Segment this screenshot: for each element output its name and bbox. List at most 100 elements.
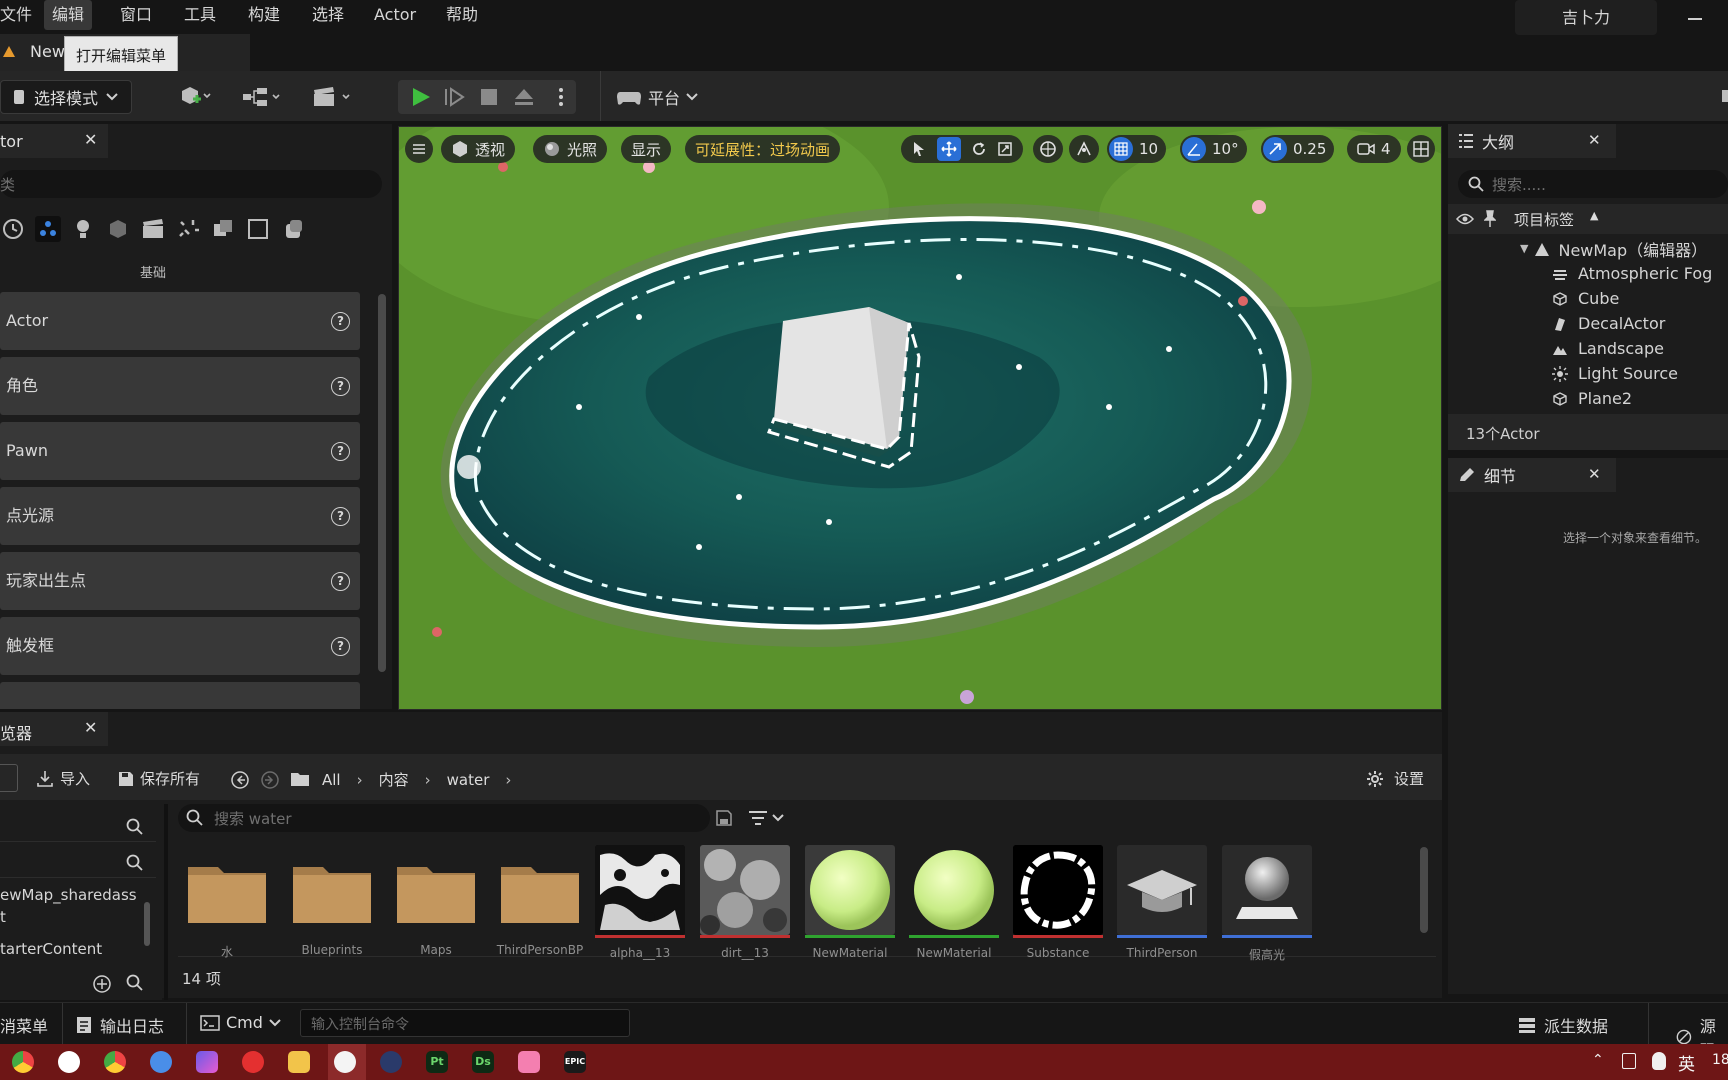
chevron-right-icon[interactable]: › xyxy=(357,771,363,789)
outliner-search[interactable]: 搜索..... xyxy=(1458,170,1728,198)
chevron-right-icon[interactable]: › xyxy=(425,771,431,789)
file-explorer-icon[interactable] xyxy=(288,1051,310,1073)
forward-arrow-icon[interactable] xyxy=(260,770,280,790)
chrome-icon[interactable] xyxy=(12,1051,34,1073)
viewport-options-button[interactable] xyxy=(405,135,433,163)
back-arrow-icon[interactable] xyxy=(230,770,250,790)
asset-search[interactable]: 搜索 water xyxy=(178,804,710,832)
shapes-icon[interactable] xyxy=(105,216,131,242)
app-icon[interactable] xyxy=(58,1051,80,1073)
all-classes-icon[interactable] xyxy=(245,216,271,242)
breadcrumb-water[interactable]: water xyxy=(447,771,490,789)
source-item[interactable]: t xyxy=(0,908,6,926)
settings-button[interactable]: 设置 xyxy=(1366,768,1424,789)
rotate-tool-icon[interactable] xyxy=(971,141,987,157)
actor-item-player-start[interactable]: 玩家出生点 ? xyxy=(0,552,360,610)
help-icon[interactable]: ? xyxy=(331,507,350,526)
content-browser-tab[interactable]: 览器 ✕ xyxy=(0,712,108,746)
platforms-dropdown[interactable]: 平台 xyxy=(612,80,702,114)
blueprint-button[interactable] xyxy=(238,80,288,114)
help-icon[interactable]: ? xyxy=(331,442,350,461)
viewport-layout-button[interactable] xyxy=(1407,135,1435,163)
app-icon[interactable] xyxy=(380,1051,402,1073)
splitter[interactable] xyxy=(164,804,168,1000)
lightbulb-icon[interactable] xyxy=(70,216,96,242)
actor-item-partial[interactable] xyxy=(0,682,360,709)
tray-tablet-icon[interactable] xyxy=(1622,1053,1636,1069)
level-viewport[interactable]: 透视 光照 显示 可延展性：过场动画 10 10° 0.25 4 xyxy=(398,126,1442,710)
rotation-snap-control[interactable]: 10° xyxy=(1180,135,1247,163)
tree-item-landscape[interactable]: Landscape xyxy=(1552,336,1664,361)
help-icon[interactable]: ? xyxy=(331,377,350,396)
asset-folder-blueprints[interactable]: Blueprints xyxy=(287,845,377,957)
actor-item-point-light[interactable]: 点光源 ? xyxy=(0,487,360,545)
ime-indicator[interactable]: 英 xyxy=(1678,1050,1695,1075)
search-icon[interactable] xyxy=(126,974,144,992)
menu-file[interactable]: 文件 xyxy=(0,0,40,30)
console-input[interactable]: 输入控制台命令 xyxy=(300,1009,630,1037)
add-button[interactable] xyxy=(0,764,18,792)
basic-category-icon[interactable] xyxy=(35,216,61,242)
geometry-icon[interactable] xyxy=(280,216,306,242)
add-circle-icon[interactable] xyxy=(92,974,112,994)
world-local-toggle[interactable] xyxy=(1033,135,1063,163)
actor-item-trigger-box[interactable]: 触发框 ? xyxy=(0,617,360,675)
menu-select[interactable]: 选择 xyxy=(304,0,352,30)
chrome-icon[interactable] xyxy=(104,1051,126,1073)
asset-folder-thirdpersonbp[interactable]: ThirdPersonBP xyxy=(495,845,585,957)
scale-tool-icon[interactable] xyxy=(997,141,1013,157)
details-tab[interactable]: 细节 ✕ xyxy=(1448,458,1616,492)
sources-search[interactable] xyxy=(0,812,156,842)
place-actors-search[interactable]: 类 xyxy=(0,170,382,198)
place-actors-tab[interactable]: tor ✕ xyxy=(0,124,108,158)
tree-item-cube[interactable]: Cube xyxy=(1552,286,1619,311)
cmd-dropdown[interactable]: Cmd xyxy=(200,1013,281,1032)
menu-tools[interactable]: 工具 xyxy=(176,0,224,30)
close-icon[interactable]: ✕ xyxy=(1588,131,1601,149)
help-icon[interactable]: ? xyxy=(331,312,350,331)
netease-music-icon[interactable] xyxy=(242,1051,264,1073)
clock[interactable]: 18 xyxy=(1712,1052,1728,1068)
qq-icon[interactable] xyxy=(1652,1052,1666,1070)
asset-scrollbar[interactable] xyxy=(1420,847,1428,933)
source-item[interactable]: tarterContent xyxy=(0,940,102,958)
asset-texture-dirt[interactable]: dirt__13 xyxy=(700,845,790,960)
content-drawer-button[interactable]: 消菜单 xyxy=(0,1013,48,1037)
substance-designer-icon[interactable]: Ds xyxy=(472,1051,494,1073)
menu-actor[interactable]: Actor xyxy=(366,0,424,30)
play-icon[interactable] xyxy=(410,87,432,107)
app-icon[interactable] xyxy=(518,1051,540,1073)
epic-games-icon[interactable]: EPIC xyxy=(564,1051,586,1073)
tree-item-decalactor[interactable]: DecalActor xyxy=(1552,311,1665,336)
browser-icon[interactable] xyxy=(150,1051,172,1073)
step-icon[interactable] xyxy=(444,87,466,107)
menu-help[interactable]: 帮助 xyxy=(438,0,486,30)
translate-tool-icon[interactable] xyxy=(937,137,961,161)
asset-folder-water[interactable]: 水 xyxy=(182,845,272,960)
close-icon[interactable]: ✕ xyxy=(84,130,97,149)
grid-snap-control[interactable]: 10 xyxy=(1107,135,1167,163)
more-options-icon[interactable] xyxy=(558,87,564,107)
user-profile[interactable]: 吉卜力 xyxy=(1515,0,1657,35)
tree-item-atmospheric-fog[interactable]: Atmospheric Fog xyxy=(1552,261,1712,286)
minimize-button[interactable] xyxy=(1688,18,1702,20)
tree-item-plane2[interactable]: Plane2 xyxy=(1552,386,1632,411)
unreal-engine-icon[interactable] xyxy=(334,1051,356,1073)
tree-item-light-source[interactable]: Light Source xyxy=(1552,361,1678,386)
asset-folder-maps[interactable]: Maps xyxy=(391,845,481,957)
actor-item-character[interactable]: 角色 ? xyxy=(0,357,360,415)
eye-icon[interactable] xyxy=(1456,212,1474,226)
pin-icon[interactable] xyxy=(1484,210,1496,228)
app-icon[interactable] xyxy=(196,1051,218,1073)
asset-thirdperson[interactable]: ThirdPerson xyxy=(1117,845,1207,960)
asset-material-1[interactable]: NewMaterial xyxy=(805,845,895,960)
stop-icon[interactable] xyxy=(480,88,498,106)
help-icon[interactable]: ? xyxy=(331,637,350,656)
substance-painter-icon[interactable]: Pt xyxy=(426,1051,448,1073)
menu-window[interactable]: 窗口 xyxy=(112,0,160,30)
save-all-button[interactable]: 保存所有 xyxy=(118,768,200,789)
asset-texture-alpha[interactable]: alpha__13 xyxy=(595,845,685,960)
tree-root-newmap[interactable]: ▼ NewMap（编辑器） xyxy=(1520,236,1707,261)
select-mode-dropdown[interactable]: 选择模式 xyxy=(0,80,132,114)
actor-item-pawn[interactable]: Pawn ? xyxy=(0,422,360,480)
